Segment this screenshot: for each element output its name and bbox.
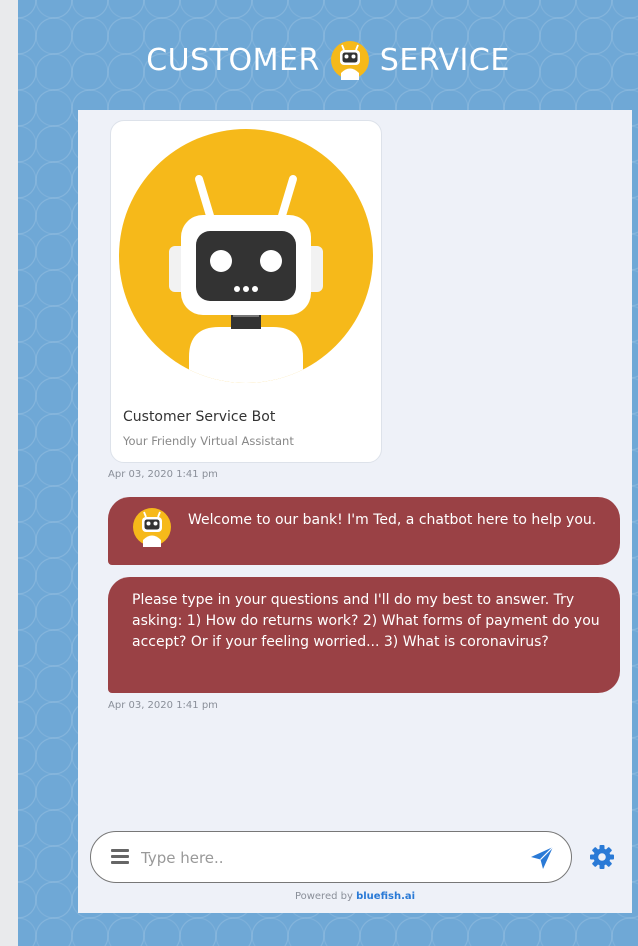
menu-icon[interactable] [111,849,129,864]
send-icon[interactable] [529,845,555,871]
message-input-bar [90,831,572,883]
robot-icon [330,40,370,80]
message-text: Welcome to our bank! I'm Ted, a chatbot … [188,512,597,528]
powered-by-label: Powered by [294,891,353,902]
message-timestamp: Apr 03, 2020 1:41 pm [108,469,218,480]
chat-panel: Customer Service Bot Your Friendly Virtu… [78,110,632,913]
robot-icon [132,507,172,547]
bot-tagline: Your Friendly Virtual Assistant [123,434,294,448]
robot-avatar-icon [119,129,373,383]
bot-profile-card: Customer Service Bot Your Friendly Virtu… [110,120,382,463]
gear-icon[interactable] [588,843,616,871]
page-frame: CUSTOMER SERVICE Customer Service Bot Yo… [18,0,638,946]
header-title-right: SERVICE [379,42,510,78]
message-input[interactable] [139,845,523,871]
message-text: Please type in your questions and I'll d… [132,592,600,650]
bot-message-bubble: Please type in your questions and I'll d… [108,577,620,693]
message-timestamp: Apr 03, 2020 1:41 pm [108,700,218,711]
header-title-left: CUSTOMER [146,42,320,78]
page-header: CUSTOMER SERVICE [18,30,638,90]
bot-message-bubble: Welcome to our bank! I'm Ted, a chatbot … [108,497,620,565]
brand-link[interactable]: bluefish.ai [356,891,415,902]
bot-name: Customer Service Bot [123,409,276,425]
powered-by: Powered by bluefish.ai [78,891,632,902]
